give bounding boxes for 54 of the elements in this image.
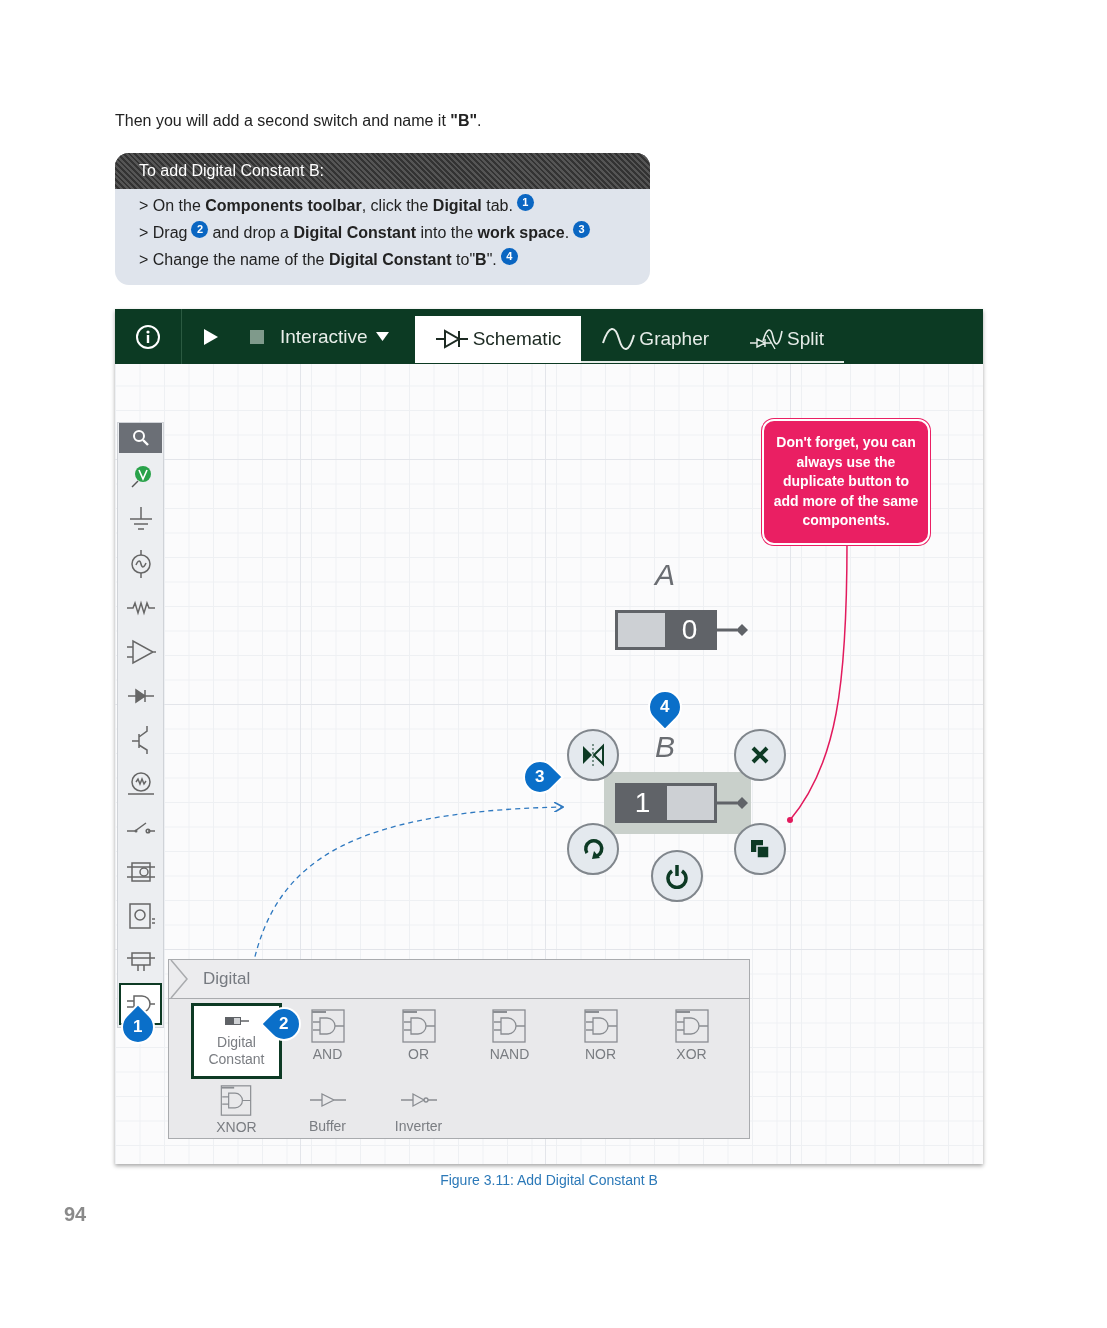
gate-icon <box>673 1008 710 1044</box>
mirror-icon <box>580 742 606 768</box>
search-button[interactable] <box>119 423 162 453</box>
component-item[interactable]: NAND <box>483 1003 536 1079</box>
digital-constant[interactable]: 0 <box>604 599 751 661</box>
component-item[interactable]: NOR <box>576 1003 625 1079</box>
constant-label: B <box>654 730 676 764</box>
step-number: 4 <box>500 247 518 265</box>
gate-icon <box>309 1008 346 1044</box>
output-pin-icon <box>717 623 749 637</box>
gate-icon <box>491 1008 528 1044</box>
step-number: 3 <box>573 220 591 238</box>
output-pin-icon <box>717 796 749 810</box>
switch-lever <box>667 786 714 820</box>
mirror-button[interactable] <box>567 729 619 781</box>
stop-icon[interactable] <box>250 329 264 344</box>
split-icon <box>749 326 784 351</box>
info-icon[interactable] <box>135 323 161 350</box>
component-item[interactable]: XNOR <box>210 1079 263 1139</box>
switch-lever <box>618 613 665 647</box>
play-icon[interactable] <box>204 328 218 345</box>
panel-title: Digital <box>203 969 251 989</box>
amplifier-icon <box>125 637 156 667</box>
caret-icon <box>375 332 389 341</box>
view-tab[interactable]: Schematic <box>414 316 582 363</box>
instruction-title: To add Digital Constant B: <box>139 162 324 179</box>
step-text: > Drag <box>139 224 188 242</box>
component-item[interactable]: Buffer <box>301 1079 354 1139</box>
intro-sentence: Then you will add a second switch and name it "B". <box>115 112 483 130</box>
mode-dropdown[interactable]: Interactive <box>280 325 389 348</box>
constant-value: 0 <box>680 614 699 646</box>
step-text: > Change the name of the Digital Constant to"B". <box>139 251 497 269</box>
wave-icon <box>601 326 636 351</box>
power-button[interactable] <box>651 850 703 902</box>
step-number: 1 <box>516 193 534 211</box>
constant-icon <box>224 1016 249 1026</box>
delete-button[interactable] <box>734 729 786 781</box>
step-text: and drop a Digital Constant into the work space. <box>212 224 570 242</box>
rotate-button[interactable] <box>567 823 619 875</box>
component-item[interactable]: Inverter <box>388 1079 449 1139</box>
tip-callout: Don't forget, you can always use the duplicate button to add more of the same components. <box>762 419 930 545</box>
constant-value: 1 <box>633 787 652 819</box>
gate-icon <box>582 1008 619 1044</box>
component-item[interactable]: XOR <box>667 1003 716 1079</box>
digital-constant[interactable]: 1 <box>604 772 751 834</box>
step-text: > On the Components toolbar, click the Digital tab. <box>139 197 513 215</box>
figure-caption: Figure 3.11: Add Digital Constant B <box>439 1172 659 1188</box>
step-number: 2 <box>191 220 209 238</box>
duplicate-button[interactable] <box>734 823 786 875</box>
power-icon <box>664 863 690 889</box>
page-number: 94 <box>64 1203 88 1226</box>
constant-label: A <box>652 558 676 592</box>
component-item[interactable]: OR <box>394 1003 443 1079</box>
gate-icon <box>400 1008 437 1044</box>
